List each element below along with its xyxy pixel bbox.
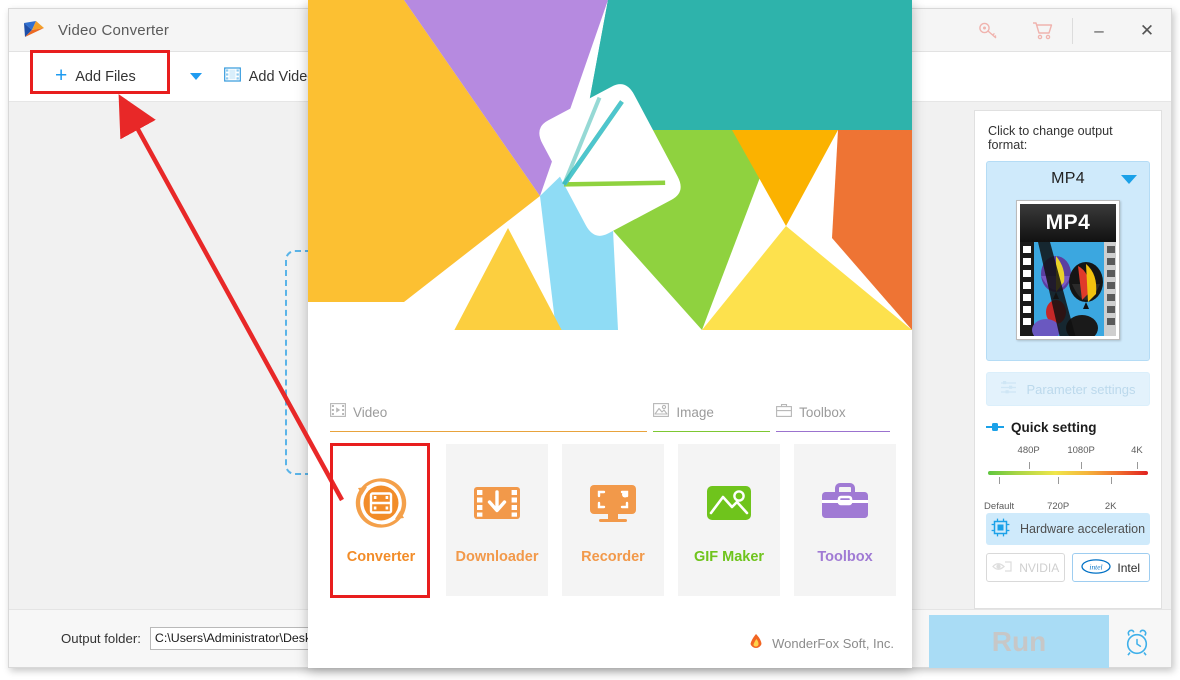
tab-image[interactable]: Image	[653, 400, 771, 432]
add-files-group: + Add Files Add Video F	[43, 62, 328, 91]
picture-mountain-icon	[701, 475, 757, 531]
quality-slider[interactable]: 480P 1080P 4K Default 720P 2K	[984, 445, 1150, 512]
tile-recorder[interactable]: Recorder	[562, 444, 664, 596]
chevron-down-icon[interactable]	[1121, 175, 1137, 184]
sliders-icon	[1000, 380, 1017, 398]
parameter-settings-button[interactable]: Parameter settings	[986, 372, 1150, 406]
tab-underline-video	[330, 430, 648, 432]
slider-label-1080p: 1080P	[1067, 445, 1095, 456]
gpu-options: NVIDIA intel Intel	[986, 553, 1150, 582]
tab-toolbox[interactable]: Toolbox	[776, 400, 890, 432]
tab-underline-toolbox	[776, 430, 890, 432]
slider-tick	[999, 477, 1001, 484]
parameter-settings-label: Parameter settings	[1026, 381, 1136, 397]
slider-tick	[1136, 462, 1138, 469]
tab-label-toolbox: Toolbox	[799, 404, 846, 420]
slider-handle-icon	[986, 420, 1004, 435]
output-format-heading: Click to change output format:	[988, 124, 1113, 152]
picture-icon	[653, 402, 670, 422]
tab-label-image: Image	[676, 404, 714, 420]
film-strip-icon	[223, 67, 241, 86]
tile-label-converter: Converter	[346, 549, 416, 565]
hardware-acceleration-button[interactable]: Hardware acceleration	[986, 513, 1150, 545]
add-files-button[interactable]: + Add Files	[43, 62, 148, 91]
slider-tick	[1110, 477, 1112, 484]
chevron-down-icon[interactable]	[189, 73, 202, 80]
alarm-clock-icon[interactable]	[1111, 615, 1163, 668]
intel-logo-icon: intel	[1081, 558, 1112, 577]
titlebar-divider	[1072, 17, 1073, 44]
format-thumbnail: MP4	[1016, 200, 1120, 340]
thumbnail-label: MP4	[1045, 211, 1091, 234]
minimize-button[interactable]: –	[1075, 9, 1123, 52]
slider-label-480p: 480P	[1017, 445, 1040, 456]
thumbnail-image	[1020, 242, 1116, 336]
toolbox-icon	[776, 403, 793, 422]
slider-tick	[1028, 462, 1030, 469]
output-settings-panel: Click to change output format: MP4 MP4 P…	[965, 102, 1171, 609]
tab-underline-image	[653, 430, 771, 432]
nvidia-eye-icon	[991, 560, 1013, 576]
titlebar-controls: – ✕	[962, 9, 1171, 52]
gpu-label-nvidia: NVIDIA	[1019, 560, 1060, 575]
slider-label-2k: 2K	[1104, 501, 1117, 512]
feature-tiles: Converter Downloader Recorder GIF Maker …	[330, 444, 896, 596]
feature-launcher-overlay: Video Image Toolbox Converter Downloader…	[308, 0, 912, 668]
key-icon[interactable]	[962, 9, 1016, 52]
gpu-option-nvidia[interactable]: NVIDIA	[986, 553, 1065, 582]
tile-label-toolbox: Toolbox	[817, 549, 873, 565]
tile-converter[interactable]: Converter	[330, 444, 432, 596]
app-logo-icon	[22, 20, 46, 40]
brand-text: WonderFox Soft, Inc.	[772, 636, 894, 651]
gpu-label-intel: Intel	[1117, 560, 1141, 575]
film-strip-icon	[330, 402, 346, 422]
quick-setting-header: Quick setting	[986, 420, 1150, 435]
slider-label-720p: 720P	[1047, 501, 1070, 512]
brand-footer: WonderFox Soft, Inc.	[748, 633, 894, 654]
converter-icon	[353, 475, 409, 531]
window-title: Video Converter	[58, 21, 170, 39]
slider-tick	[1081, 462, 1083, 469]
hardware-acceleration-label: Hardware acceleration	[1019, 522, 1146, 536]
slider-track[interactable]	[988, 471, 1148, 475]
briefcase-icon	[817, 475, 873, 531]
tab-label-video: Video	[353, 404, 388, 420]
run-button[interactable]: Run	[929, 615, 1109, 668]
screen-record-icon	[585, 475, 641, 531]
banner-graphic	[308, 0, 912, 390]
slider-label-default: Default	[984, 501, 1015, 512]
cpu-chip-icon	[991, 518, 1010, 540]
slider-label-4k: 4K	[1131, 445, 1143, 456]
tab-video[interactable]: Video	[330, 400, 648, 432]
tile-label-recorder: Recorder	[581, 549, 645, 565]
output-folder-label: Output folder:	[61, 631, 141, 646]
output-format-selector[interactable]: MP4 MP4	[986, 161, 1150, 361]
svg-text:intel: intel	[1090, 562, 1103, 571]
tile-gif-maker[interactable]: GIF Maker	[678, 444, 780, 596]
add-files-label: Add Files	[75, 68, 136, 85]
download-film-icon	[469, 475, 525, 531]
tile-downloader[interactable]: Downloader	[446, 444, 548, 596]
tile-toolbox[interactable]: Toolbox	[794, 444, 896, 596]
quick-setting-label: Quick setting	[1011, 420, 1097, 435]
tile-label-downloader: Downloader	[455, 549, 539, 565]
cart-icon[interactable]	[1016, 9, 1070, 52]
screenshot-root: Video Converter – ✕ + Add Files Add Vide…	[0, 0, 1180, 680]
tile-label-gif-maker: GIF Maker	[693, 549, 765, 565]
plus-icon: +	[55, 64, 68, 87]
category-tabs: Video Image Toolbox	[308, 400, 912, 432]
flame-logo-icon	[748, 633, 764, 654]
gpu-option-intel[interactable]: intel Intel	[1071, 553, 1150, 582]
slider-tick	[1058, 477, 1060, 484]
close-button[interactable]: ✕	[1123, 9, 1171, 52]
